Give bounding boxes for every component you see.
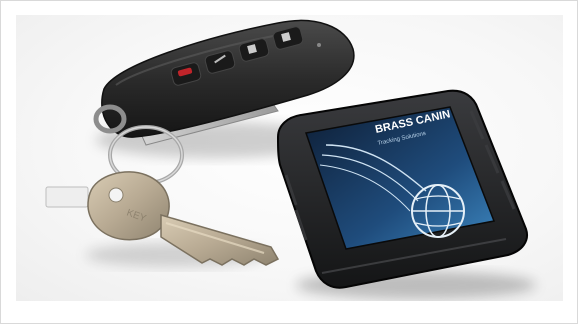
gps-tracker: BRASS CANIN Tracking Solutions <box>276 89 528 289</box>
key-tag <box>45 186 89 208</box>
product-photo: KEY BRASS CANIN Tracking Solutions <box>16 15 563 301</box>
image-frame: KEY BRASS CANIN Tracking Solutions <box>0 0 578 324</box>
